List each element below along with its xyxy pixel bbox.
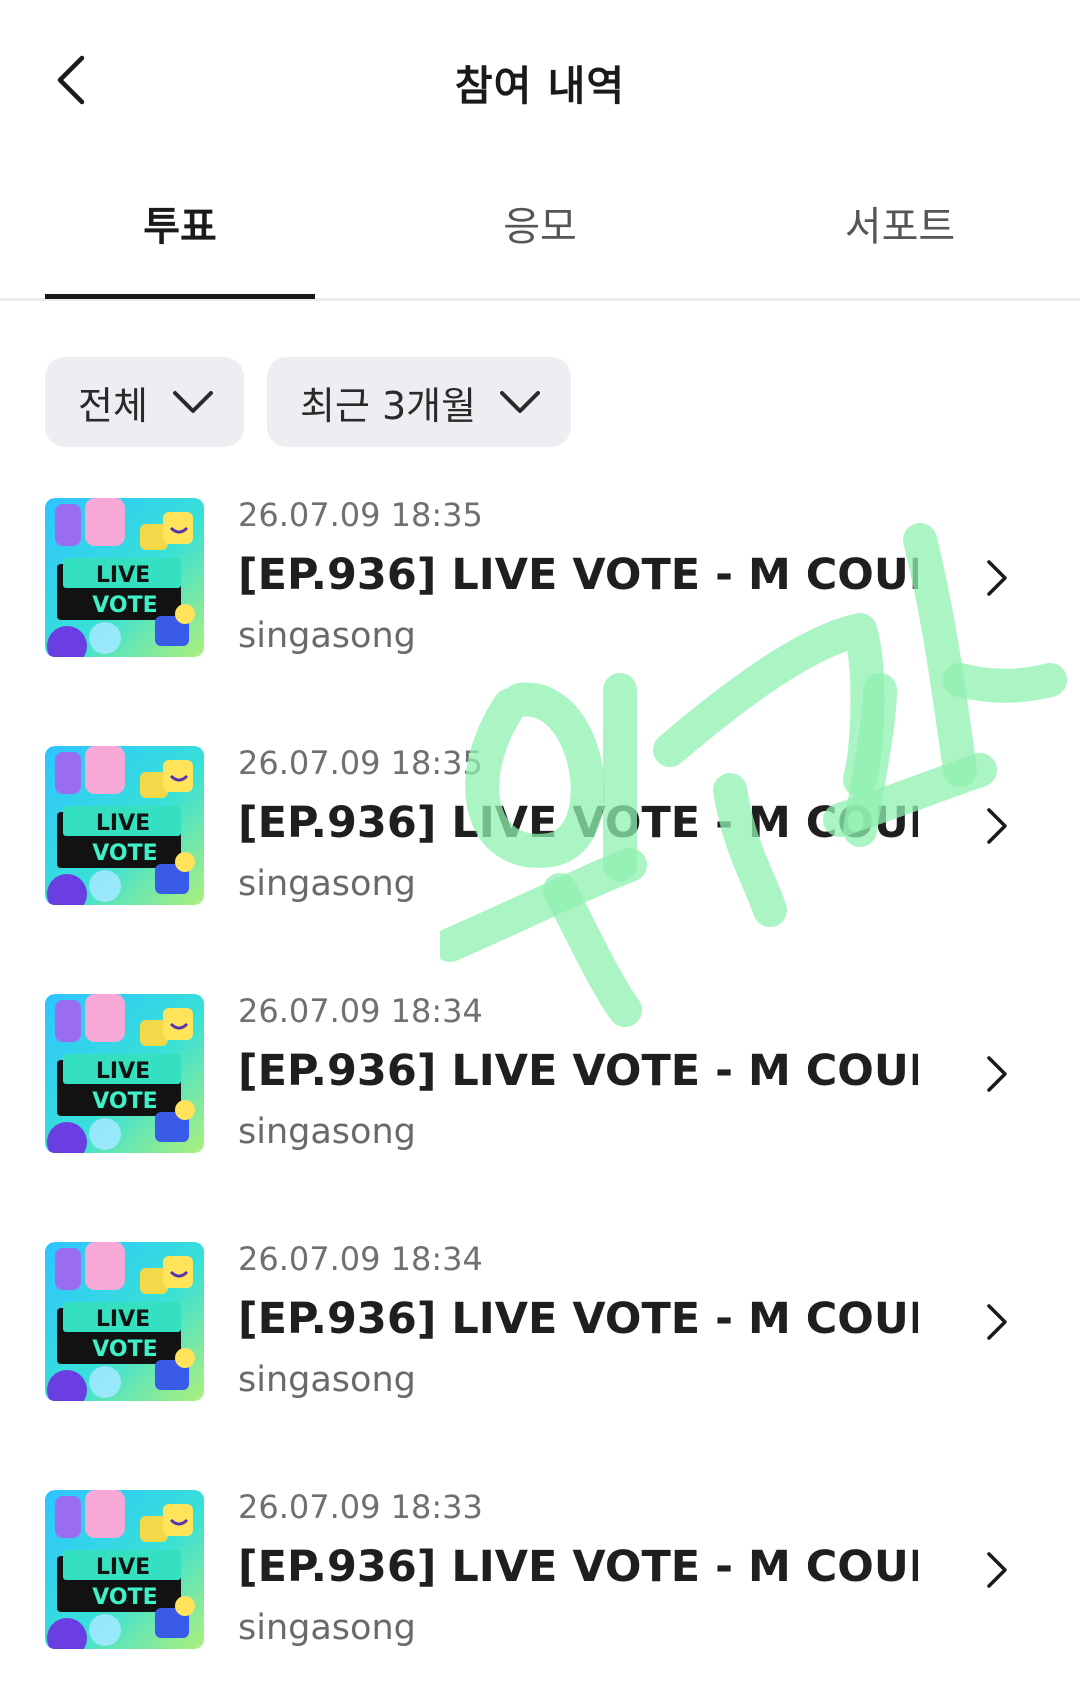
tab-entry[interactable]: 응모 (405, 190, 675, 298)
filter-all-dropdown[interactable]: 전체 (45, 357, 244, 447)
filter-period-label: 최근 3개월 (300, 383, 477, 428)
filter-all-label: 전체 (78, 383, 148, 428)
item-title: [EP.936] LIVE VOTE - M COUN... (238, 550, 918, 600)
chevron-right-icon (987, 1304, 1007, 1340)
filter-period-dropdown[interactable]: 최근 3개월 (267, 357, 571, 447)
live-vote-thumbnail: LIVE VOTE (45, 1490, 204, 1649)
item-title: [EP.936] LIVE VOTE - M COUN... (238, 1294, 918, 1344)
live-vote-thumbnail: LIVE VOTE (45, 746, 204, 905)
chevron-right-icon (987, 1056, 1007, 1092)
thumb-text-live: LIVE (96, 563, 150, 588)
tab-bar: 투표 응모 서포트 (0, 190, 1080, 301)
tab-vote[interactable]: 투표 (45, 190, 315, 298)
item-title: [EP.936] LIVE VOTE - M COUN... (238, 1542, 918, 1592)
thumb-text-vote: VOTE (92, 1089, 157, 1114)
item-subtitle: singasong (238, 864, 416, 904)
item-title: [EP.936] LIVE VOTE - M COUN... (238, 1046, 918, 1096)
tab-support[interactable]: 서포트 (765, 190, 1035, 298)
list-item[interactable]: LIVE VOTE 26.07.09 18:34 [EP.936] LIVE V… (0, 994, 1080, 1154)
thumb-text-live: LIVE (96, 1059, 150, 1084)
item-title: [EP.936] LIVE VOTE - M COUN... (238, 798, 918, 848)
item-date: 26.07.09 18:34 (238, 1240, 483, 1278)
chevron-down-icon (173, 391, 213, 413)
list-item[interactable]: LIVE VOTE 26.07.09 18:35 [EP.936] LIVE V… (0, 498, 1080, 658)
thumb-text-live: LIVE (96, 1555, 150, 1580)
thumb-text-vote: VOTE (92, 1585, 157, 1610)
thumb-text-vote: VOTE (92, 841, 157, 866)
chevron-right-icon (987, 1552, 1007, 1588)
chevron-right-icon (987, 560, 1007, 596)
live-vote-thumbnail: LIVE VOTE (45, 994, 204, 1153)
item-date: 26.07.09 18:33 (238, 1488, 483, 1526)
live-vote-thumbnail: LIVE VOTE (45, 498, 204, 657)
list-item[interactable]: LIVE VOTE 26.07.09 18:35 [EP.936] LIVE V… (0, 746, 1080, 906)
chevron-right-icon (987, 808, 1007, 844)
thumb-text-vote: VOTE (92, 593, 157, 618)
item-date: 26.07.09 18:35 (238, 496, 483, 534)
list-item[interactable]: LIVE VOTE 26.07.09 18:34 [EP.936] LIVE V… (0, 1242, 1080, 1402)
list-item[interactable]: LIVE VOTE 26.07.09 18:33 [EP.936] LIVE V… (0, 1490, 1080, 1650)
item-date: 26.07.09 18:35 (238, 744, 483, 782)
item-subtitle: singasong (238, 1608, 416, 1648)
chevron-down-icon (500, 391, 540, 413)
item-subtitle: singasong (238, 1360, 416, 1400)
page-title: 참여 내역 (454, 62, 626, 110)
item-date: 26.07.09 18:34 (238, 992, 483, 1030)
header: 참여 내역 (0, 0, 1080, 160)
item-subtitle: singasong (238, 616, 416, 656)
thumb-text-live: LIVE (96, 811, 150, 836)
live-vote-thumbnail: LIVE VOTE (45, 1242, 204, 1401)
thumb-text-live: LIVE (96, 1307, 150, 1332)
thumb-text-vote: VOTE (92, 1337, 157, 1362)
active-tab-indicator (45, 294, 315, 299)
item-subtitle: singasong (238, 1112, 416, 1152)
